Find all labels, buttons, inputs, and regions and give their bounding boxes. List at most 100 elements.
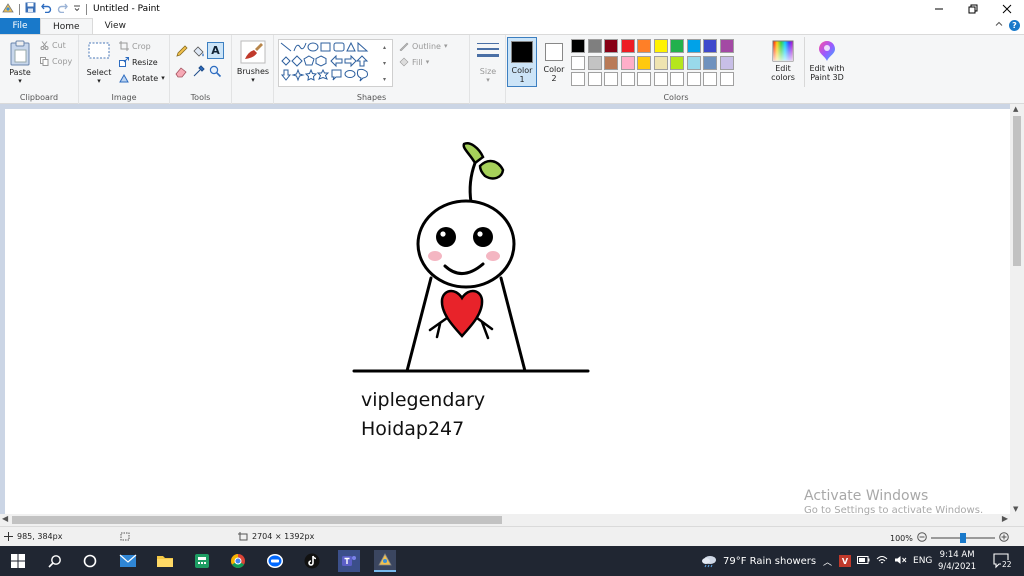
custom-color-slot[interactable]	[620, 72, 635, 86]
paste-button[interactable]: Paste ▾	[6, 40, 34, 86]
customize-toolbar-chevron-icon[interactable]	[73, 4, 81, 15]
pencil-icon[interactable]	[175, 45, 188, 61]
chevron-up-icon[interactable]: ︿	[823, 555, 832, 568]
shapes-gallery[interactable]: ▴ ▾ ▾	[278, 39, 393, 87]
copy-button[interactable]: Copy	[40, 57, 72, 66]
palette-swatch[interactable]	[571, 55, 585, 70]
color1-button[interactable]: Color 1	[507, 37, 537, 87]
custom-color-slot[interactable]	[653, 72, 668, 86]
palette-swatch[interactable]	[719, 39, 734, 53]
palette-swatch[interactable]	[719, 55, 734, 70]
scroll-down-icon[interactable]: ▼	[1013, 505, 1018, 513]
color2-button[interactable]: Color 2	[539, 40, 569, 83]
fill-button[interactable]: Fill ▾	[399, 57, 429, 67]
fill-bucket-icon[interactable]	[192, 45, 205, 61]
custom-color-slot[interactable]	[670, 72, 684, 86]
svg-text:▾: ▾	[383, 60, 386, 67]
scroll-left-icon[interactable]: ◀	[2, 514, 8, 523]
redo-icon[interactable]	[57, 2, 68, 16]
palette-swatch[interactable]	[686, 55, 701, 70]
system-clock[interactable]: 9:14 AM 9/4/2021	[938, 549, 976, 573]
custom-color-slot[interactable]	[719, 72, 734, 86]
drawing-canvas[interactable]	[5, 109, 1010, 519]
paint-app-icon[interactable]	[2, 2, 14, 17]
restore-button[interactable]	[956, 0, 990, 18]
windows-start-icon[interactable]	[8, 551, 28, 571]
palette-swatch[interactable]	[620, 39, 635, 53]
palette-swatch[interactable]	[670, 55, 684, 70]
palette-swatch[interactable]	[653, 55, 668, 70]
palette-swatch[interactable]	[571, 39, 585, 53]
scroll-right-icon[interactable]: ▶	[1002, 514, 1008, 523]
cut-button[interactable]: Cut	[40, 41, 66, 50]
custom-color-slot[interactable]	[587, 72, 602, 86]
horizontal-scroll-thumb[interactable]	[12, 516, 502, 524]
vpn-badge-icon[interactable]: V	[839, 555, 852, 567]
palette-swatch[interactable]	[587, 39, 602, 53]
undo-icon[interactable]	[41, 2, 52, 16]
zoom-slider-thumb[interactable]	[959, 533, 966, 543]
save-icon[interactable]	[25, 2, 36, 16]
zalo-icon[interactable]	[265, 551, 285, 571]
vertical-scroll-thumb[interactable]	[1013, 116, 1021, 266]
vertical-scrollbar[interactable]: ▲ ▼	[1010, 104, 1024, 514]
custom-color-slot[interactable]	[604, 72, 618, 86]
size-button[interactable]: Size ▾	[474, 40, 502, 85]
collapse-ribbon-icon[interactable]	[995, 20, 1003, 31]
mail-icon[interactable]	[118, 551, 138, 571]
close-button[interactable]	[990, 0, 1024, 18]
palette-swatch[interactable]	[620, 55, 635, 70]
tab-view[interactable]: View	[93, 18, 138, 34]
volume-muted-icon[interactable]	[894, 555, 907, 568]
palette-swatch[interactable]	[587, 55, 602, 70]
search-icon[interactable]	[45, 551, 65, 571]
eraser-icon[interactable]	[175, 65, 188, 81]
calculator-app-icon[interactable]	[192, 551, 212, 571]
battery-icon[interactable]	[857, 555, 870, 567]
notifications-icon[interactable]: 22	[993, 553, 1013, 572]
chrome-icon[interactable]	[228, 551, 248, 571]
text-tool-icon[interactable]: A	[207, 42, 224, 59]
shapes-group-label: Shapes	[356, 93, 387, 102]
rotate-button[interactable]: Rotate ▾	[119, 73, 165, 83]
custom-color-slot[interactable]	[703, 72, 717, 86]
palette-swatch[interactable]	[670, 39, 684, 53]
cortana-icon[interactable]	[80, 551, 100, 571]
zoom-slider[interactable]	[930, 533, 995, 543]
tab-home[interactable]: Home	[40, 18, 93, 34]
zoom-in-icon[interactable]	[999, 532, 1009, 544]
edit-with-paint3d-button[interactable]: Edit with Paint 3D	[807, 40, 847, 82]
crop-button[interactable]: Crop	[119, 41, 151, 51]
palette-swatch[interactable]	[703, 39, 717, 53]
minimize-button[interactable]	[922, 0, 956, 18]
palette-swatch[interactable]	[637, 55, 651, 70]
scroll-up-icon[interactable]: ▲	[1013, 105, 1018, 113]
palette-swatch[interactable]	[604, 55, 618, 70]
brushes-button[interactable]: Brushes ▾	[237, 40, 269, 85]
activation-watermark: Activate Windows Go to Settings to activ…	[804, 488, 983, 516]
palette-swatch[interactable]	[604, 39, 618, 53]
palette-swatch[interactable]	[653, 39, 668, 53]
teams-icon[interactable]	[338, 550, 360, 572]
resize-button[interactable]: Resize	[119, 57, 158, 67]
custom-color-slot[interactable]	[571, 72, 585, 86]
input-language[interactable]: ENG	[913, 556, 932, 566]
custom-color-slot[interactable]	[686, 72, 701, 86]
zoom-out-icon[interactable]	[917, 532, 927, 544]
tab-file[interactable]: File	[0, 18, 40, 34]
custom-color-slot[interactable]	[637, 72, 651, 86]
palette-swatch[interactable]	[686, 39, 701, 53]
file-explorer-icon[interactable]	[155, 551, 175, 571]
outline-button[interactable]: Outline ▾	[399, 41, 447, 51]
edit-colors-button[interactable]: Edit colors	[768, 40, 798, 82]
magnifier-icon[interactable]	[209, 65, 222, 81]
paint-taskbar-icon[interactable]	[374, 550, 396, 572]
weather-widget[interactable]: 79°F Rain showers	[700, 546, 816, 576]
help-icon[interactable]: ?	[1009, 20, 1020, 31]
color-picker-icon[interactable]	[192, 65, 205, 81]
palette-swatch[interactable]	[637, 39, 651, 53]
select-button[interactable]: Select ▾	[84, 40, 114, 86]
palette-swatch[interactable]	[703, 55, 717, 70]
tiktok-icon[interactable]	[302, 551, 322, 571]
wifi-icon[interactable]	[876, 555, 888, 568]
